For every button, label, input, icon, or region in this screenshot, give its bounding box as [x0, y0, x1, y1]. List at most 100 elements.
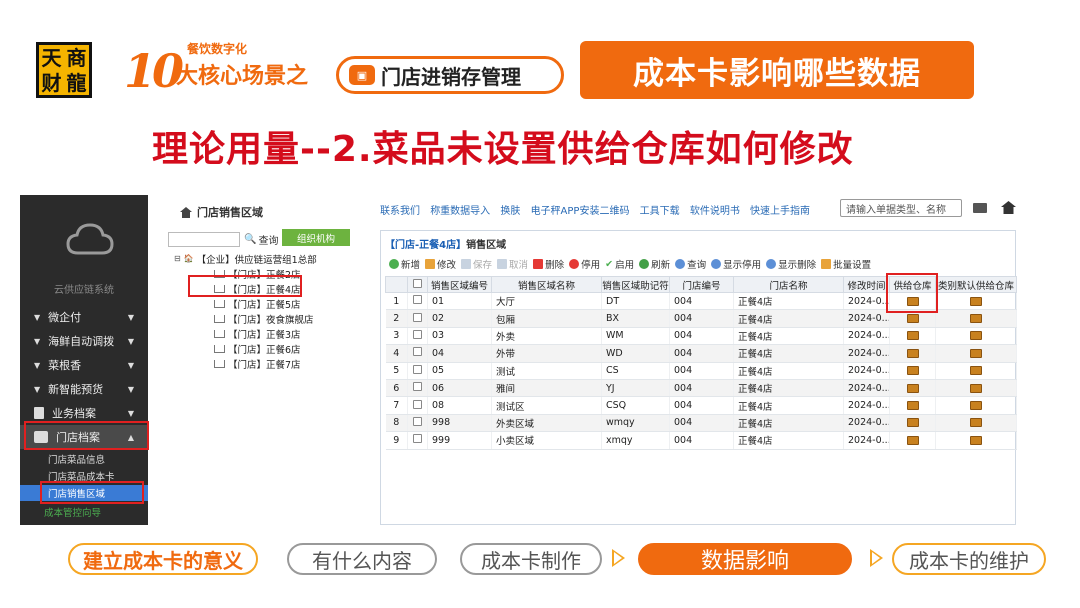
row-checkbox-cell[interactable] — [407, 431, 428, 450]
link-download[interactable]: 工具下载 — [640, 206, 680, 217]
checkbox[interactable] — [413, 382, 422, 392]
checkbox[interactable] — [413, 364, 422, 374]
disable-button[interactable]: 停用 — [569, 257, 600, 271]
tree-node[interactable]: 【门店】夜食旗舰店 — [174, 311, 317, 326]
warehouse-box-icon[interactable] — [906, 418, 919, 428]
sub-item-dish-info[interactable]: 门店菜品信息 — [20, 451, 148, 467]
warehouse-box-icon[interactable] — [970, 348, 982, 358]
column-header[interactable]: 修改时间 — [843, 276, 890, 293]
add-button[interactable]: 新增 — [389, 257, 420, 271]
sub-item-cost-guide[interactable]: 成本管控向导 — [20, 504, 148, 520]
cell-default-warehouse[interactable] — [935, 362, 1017, 380]
cell-default-warehouse[interactable] — [935, 396, 1017, 415]
row-checkbox-cell[interactable] — [407, 309, 428, 328]
link-quickstart[interactable]: 快速上手指南 — [750, 206, 810, 217]
column-header[interactable]: 销售区域编号 — [427, 276, 492, 293]
sidebar-item-cgx[interactable]: ▼ 菜根香 ▼ — [20, 353, 148, 377]
tree-node-root[interactable]: ⊟ 🏠 【企业】供应链运营组1总部 — [174, 251, 317, 266]
checkbox[interactable] — [413, 329, 422, 339]
cell-supply-warehouse[interactable] — [889, 396, 936, 415]
column-header[interactable]: 门店名称 — [733, 276, 844, 293]
show-disabled-button[interactable]: 显示停用 — [711, 257, 761, 271]
cell-supply-warehouse[interactable] — [889, 327, 936, 346]
edit-button[interactable]: 修改 — [425, 257, 456, 271]
nav-step-content[interactable]: 有什么内容 — [287, 543, 437, 575]
cell-supply-warehouse[interactable] — [889, 431, 936, 450]
link-manual[interactable]: 软件说明书 — [690, 206, 740, 217]
nav-step-impact[interactable]: 数据影响 — [638, 543, 852, 575]
row-checkbox-cell[interactable] — [407, 414, 428, 433]
global-search-input[interactable]: 请输入单据类型、名称 — [840, 199, 962, 217]
sidebar-item-smart[interactable]: ▼ 新智能预货 ▼ — [20, 377, 148, 401]
tab-org[interactable]: 组织机构 — [282, 229, 350, 246]
delete-button[interactable]: 删除 — [533, 257, 564, 271]
tree-node[interactable]: 【门店】正餐7店 — [174, 356, 317, 371]
tree-search-input[interactable] — [168, 232, 240, 247]
table-row[interactable]: 9 999 小卖区域 xmqy 004 正餐4店 2024-0... — [385, 431, 1017, 450]
keyboard-icon[interactable] — [973, 203, 987, 213]
checkbox[interactable] — [413, 278, 422, 288]
nav-step-meaning[interactable]: 建立成本卡的意义 — [68, 543, 258, 575]
warehouse-box-icon[interactable] — [906, 435, 919, 445]
warehouse-box-icon[interactable] — [906, 331, 919, 341]
sidebar-item-wqf[interactable]: ▼ 微企付 ▼ — [20, 305, 148, 329]
warehouse-box-icon[interactable] — [906, 401, 919, 411]
cell-default-warehouse[interactable] — [935, 327, 1017, 346]
cell-supply-warehouse[interactable] — [889, 344, 936, 363]
sidebar-item-seafood[interactable]: ▼ 海鲜自动调拨 ▼ — [20, 329, 148, 353]
cell-default-warehouse[interactable] — [935, 414, 1017, 433]
tree-node[interactable]: 【门店】正餐3店 — [174, 326, 317, 341]
cancel-button[interactable]: 取消 — [497, 257, 528, 271]
tree-node[interactable]: 【门店】正餐6店 — [174, 341, 317, 356]
warehouse-box-icon[interactable] — [970, 331, 982, 341]
warehouse-box-icon[interactable] — [970, 314, 982, 324]
query-button[interactable]: 查询 — [675, 257, 706, 271]
column-header[interactable]: 销售区域名称 — [491, 276, 602, 293]
warehouse-box-icon[interactable] — [970, 435, 982, 445]
cell-supply-warehouse[interactable] — [889, 414, 936, 433]
refresh-button[interactable]: 刷新 — [639, 257, 670, 271]
enable-button[interactable]: ✔ 启用 — [605, 257, 634, 272]
table-row[interactable]: 5 05 测试 CS 004 正餐4店 2024-0... — [385, 362, 1017, 380]
checkbox[interactable] — [413, 434, 422, 444]
warehouse-box-icon[interactable] — [906, 314, 919, 324]
warehouse-box-icon[interactable] — [970, 401, 982, 411]
cell-default-warehouse[interactable] — [935, 309, 1017, 328]
table-row[interactable]: 4 04 外带 WD 004 正餐4店 2024-0... — [385, 344, 1017, 363]
link-import[interactable]: 称重数据导入 — [430, 206, 490, 217]
column-header-checkbox[interactable] — [407, 276, 428, 293]
save-button[interactable]: 保存 — [461, 257, 492, 271]
checkbox[interactable] — [413, 416, 422, 426]
warehouse-box-icon[interactable] — [906, 348, 919, 358]
warehouse-box-icon[interactable] — [970, 418, 982, 428]
checkbox[interactable] — [413, 312, 422, 322]
row-checkbox-cell[interactable] — [407, 292, 428, 311]
cell-supply-warehouse[interactable] — [889, 379, 936, 398]
show-deleted-button[interactable]: 显示删除 — [766, 257, 816, 271]
column-header[interactable]: 门店编号 — [669, 276, 734, 293]
table-row[interactable]: 3 03 外卖 WM 004 正餐4店 2024-0... — [385, 327, 1017, 346]
row-checkbox-cell[interactable] — [407, 362, 428, 380]
warehouse-box-icon[interactable] — [906, 366, 919, 376]
column-header[interactable]: 销售区域助记符 — [601, 276, 670, 293]
tree-node[interactable]: 【门店】正餐5店 — [174, 296, 317, 311]
cell-default-warehouse[interactable] — [935, 431, 1017, 450]
row-checkbox-cell[interactable] — [407, 344, 428, 363]
row-checkbox-cell[interactable] — [407, 379, 428, 398]
cell-default-warehouse[interactable] — [935, 344, 1017, 363]
link-skin[interactable]: 换肤 — [500, 206, 520, 217]
tree-search-button[interactable]: 🔍 查询 — [244, 232, 278, 247]
warehouse-box-icon[interactable] — [970, 366, 982, 376]
checkbox[interactable] — [413, 295, 422, 305]
table-row[interactable]: 6 06 雅间 YJ 004 正餐4店 2024-0... — [385, 379, 1017, 398]
column-header[interactable]: 类别默认供给仓库 — [935, 276, 1017, 293]
batch-set-button[interactable]: 批量设置 — [821, 257, 871, 271]
checkbox[interactable] — [413, 399, 422, 409]
row-checkbox-cell[interactable] — [407, 327, 428, 346]
table-row[interactable]: 8 998 外卖区域 wmqy 004 正餐4店 2024-0... — [385, 414, 1017, 433]
cell-default-warehouse[interactable] — [935, 292, 1017, 311]
warehouse-box-icon[interactable] — [970, 296, 982, 306]
table-row[interactable]: 7 08 测试区 CSQ 004 正餐4店 2024-0... — [385, 396, 1017, 415]
cell-default-warehouse[interactable] — [935, 379, 1017, 398]
nav-step-maintenance[interactable]: 成本卡的维护 — [892, 543, 1046, 575]
